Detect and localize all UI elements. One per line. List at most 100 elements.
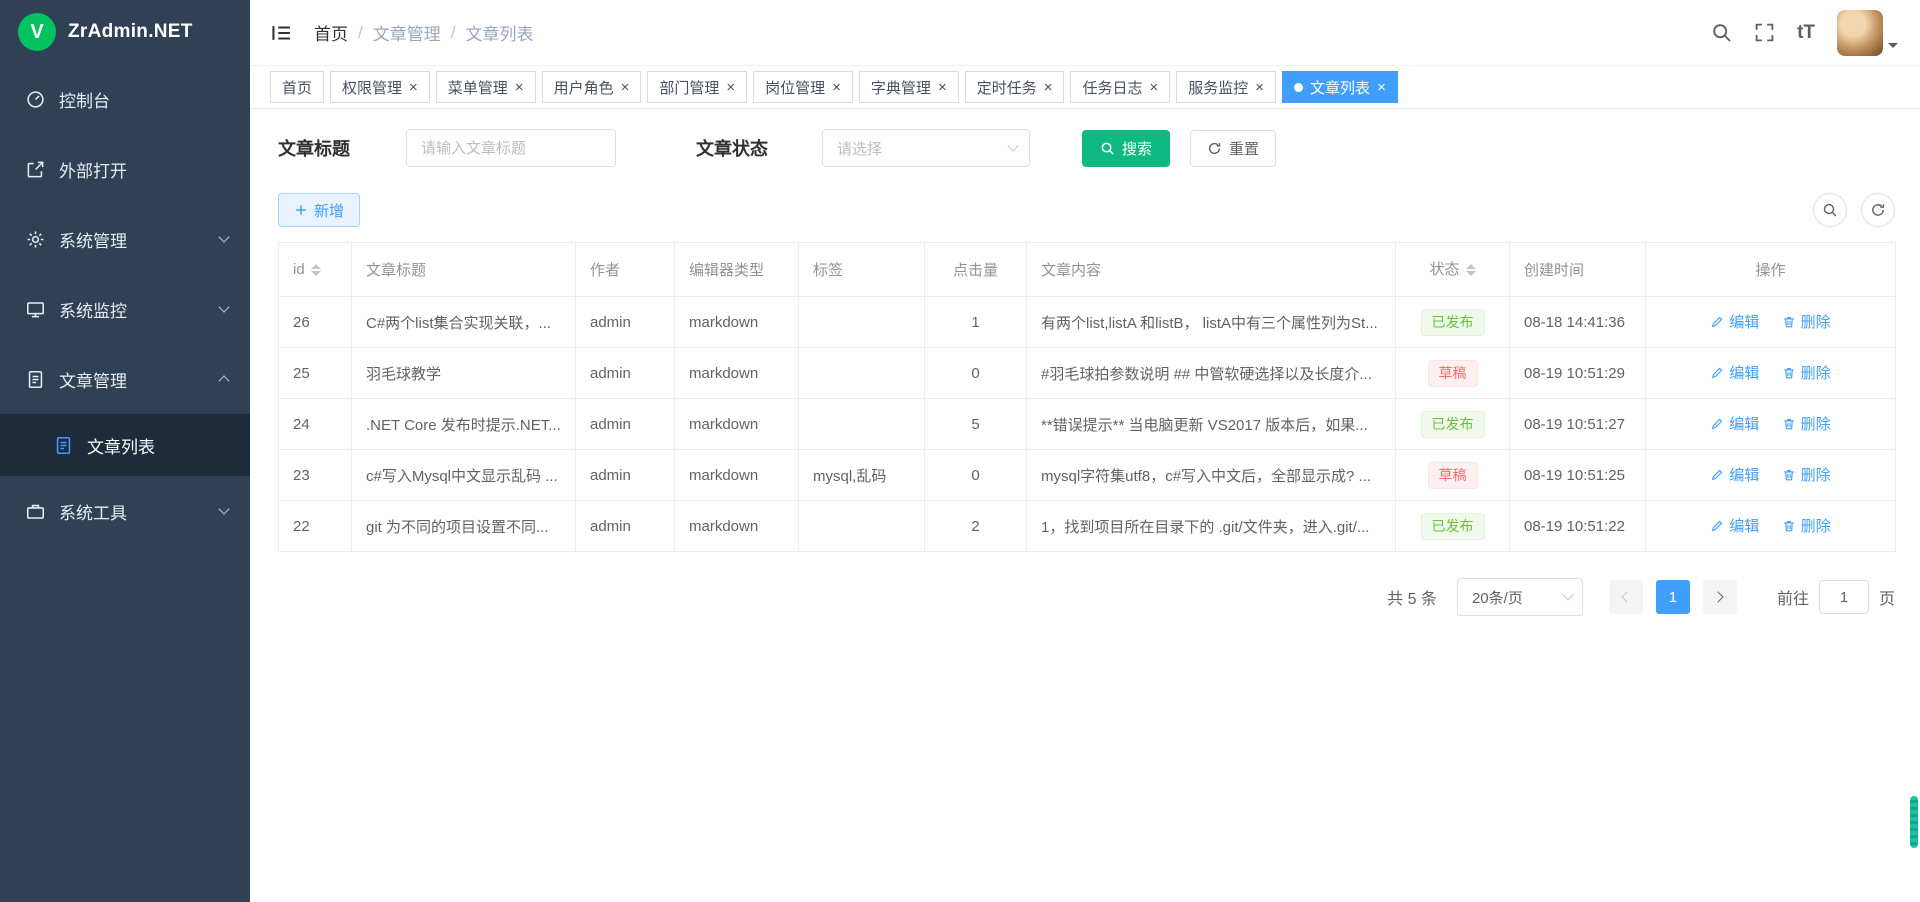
goto-suffix: 页 bbox=[1879, 585, 1895, 609]
sidebar-item-system-monitor[interactable]: 系统监控 bbox=[0, 274, 250, 344]
breadcrumb-separator: / bbox=[358, 23, 363, 43]
col-header-status[interactable]: 状态 bbox=[1396, 243, 1510, 297]
delete-button[interactable]: 删除 bbox=[1782, 413, 1831, 434]
refresh-button[interactable] bbox=[1861, 193, 1895, 227]
breadcrumb-item-article-mgmt[interactable]: 文章管理 bbox=[373, 20, 441, 45]
close-icon[interactable]: × bbox=[938, 80, 947, 95]
reset-button-label: 重置 bbox=[1229, 138, 1259, 159]
cell-created: 08-19 10:51:29 bbox=[1510, 348, 1646, 399]
search-button[interactable]: 搜索 bbox=[1082, 130, 1170, 167]
cell-clicks: 0 bbox=[925, 348, 1027, 399]
delete-button[interactable]: 删除 bbox=[1782, 464, 1831, 485]
collapse-menu-icon[interactable] bbox=[270, 22, 292, 44]
delete-button[interactable]: 删除 bbox=[1782, 362, 1831, 383]
delete-label: 删除 bbox=[1801, 464, 1831, 485]
font-size-icon[interactable]: tT bbox=[1797, 22, 1815, 44]
tab-permission-mgmt[interactable]: 权限管理× bbox=[330, 71, 430, 103]
tab-dict-mgmt[interactable]: 字典管理× bbox=[859, 71, 959, 103]
avatar[interactable] bbox=[1837, 10, 1883, 56]
scrollbar-thumb[interactable] bbox=[1910, 796, 1918, 848]
status-badge: 已发布 bbox=[1421, 309, 1485, 336]
sidebar-item-external-open[interactable]: 外部打开 bbox=[0, 134, 250, 204]
tab-home[interactable]: 首页 bbox=[270, 71, 324, 103]
filter-form: 文章标题 文章状态 请选择 搜索 重置 bbox=[278, 129, 1895, 167]
close-icon[interactable]: × bbox=[1255, 80, 1264, 95]
edit-icon bbox=[1710, 417, 1724, 431]
article-title-input[interactable] bbox=[406, 129, 616, 167]
logo-icon: V bbox=[18, 13, 56, 51]
status-badge: 已发布 bbox=[1421, 411, 1485, 438]
user-menu[interactable] bbox=[1837, 10, 1898, 56]
chevron-left-icon bbox=[1622, 591, 1633, 602]
article-status-select[interactable]: 请选择 bbox=[822, 129, 1030, 167]
delete-button[interactable]: 删除 bbox=[1782, 311, 1831, 332]
close-icon[interactable]: × bbox=[726, 80, 735, 95]
cell-tags: mysql,乱码 bbox=[799, 450, 925, 501]
trash-icon bbox=[1782, 366, 1796, 380]
close-icon[interactable]: × bbox=[1377, 80, 1386, 95]
tab-article-list[interactable]: 文章列表× bbox=[1282, 71, 1398, 103]
chevron-down-icon bbox=[218, 301, 229, 312]
edit-button[interactable]: 编辑 bbox=[1710, 464, 1759, 485]
cell-author: admin bbox=[576, 348, 675, 399]
sort-caret-icon[interactable] bbox=[1466, 259, 1476, 281]
sidebar-item-system-tools[interactable]: 系统工具 bbox=[0, 476, 250, 546]
chevron-up-icon bbox=[218, 375, 229, 386]
next-page-button[interactable] bbox=[1703, 580, 1737, 614]
cell-id: 25 bbox=[279, 348, 352, 399]
sidebar-item-article-list[interactable]: 文章列表 bbox=[0, 414, 250, 476]
close-icon[interactable]: × bbox=[832, 80, 841, 95]
delete-button[interactable]: 删除 bbox=[1782, 515, 1831, 536]
col-header-actions: 操作 bbox=[1646, 243, 1896, 297]
toggle-search-button[interactable] bbox=[1813, 193, 1847, 227]
goto-page-input[interactable] bbox=[1819, 580, 1869, 614]
cell-author: admin bbox=[576, 399, 675, 450]
edit-label: 编辑 bbox=[1729, 515, 1759, 536]
reset-button[interactable]: 重置 bbox=[1190, 130, 1276, 167]
col-header-id[interactable]: id bbox=[279, 243, 352, 297]
close-icon[interactable]: × bbox=[409, 80, 418, 95]
cell-clicks: 0 bbox=[925, 450, 1027, 501]
page-number-button[interactable]: 1 bbox=[1656, 580, 1690, 614]
sort-caret-icon[interactable] bbox=[311, 259, 321, 281]
sidebar-item-label: 系统管理 bbox=[59, 227, 220, 252]
search-icon[interactable] bbox=[1711, 22, 1732, 43]
edit-button[interactable]: 编辑 bbox=[1710, 515, 1759, 536]
add-button[interactable]: 新增 bbox=[278, 193, 360, 227]
col-header-created: 创建时间 bbox=[1510, 243, 1646, 297]
table-row: 26 C#两个list集合实现关联，... admin markdown 1 有… bbox=[279, 297, 1896, 348]
sidebar-item-console[interactable]: 控制台 bbox=[0, 64, 250, 134]
pagination-goto: 前往 页 bbox=[1777, 580, 1895, 614]
breadcrumb-item-home[interactable]: 首页 bbox=[314, 20, 348, 45]
fullscreen-icon[interactable] bbox=[1754, 22, 1775, 43]
tab-user-role[interactable]: 用户角色× bbox=[542, 71, 642, 103]
tab-service-monitor[interactable]: 服务监控× bbox=[1176, 71, 1276, 103]
sidebar-item-system-mgmt[interactable]: 系统管理 bbox=[0, 204, 250, 274]
sidebar-item-label: 外部打开 bbox=[59, 157, 228, 182]
edit-button[interactable]: 编辑 bbox=[1710, 311, 1759, 332]
close-icon[interactable]: × bbox=[1044, 80, 1053, 95]
close-icon[interactable]: × bbox=[621, 80, 630, 95]
tab-label: 首页 bbox=[282, 77, 312, 98]
edit-button[interactable]: 编辑 bbox=[1710, 362, 1759, 383]
cell-status: 已发布 bbox=[1396, 501, 1510, 552]
page-size-select[interactable]: 20条/页 bbox=[1457, 578, 1583, 616]
table-toolbar: 新增 bbox=[278, 193, 1895, 227]
close-icon[interactable]: × bbox=[515, 80, 524, 95]
delete-label: 删除 bbox=[1801, 311, 1831, 332]
cell-editor: markdown bbox=[675, 450, 799, 501]
tab-dept-mgmt[interactable]: 部门管理× bbox=[647, 71, 747, 103]
goto-label: 前往 bbox=[1777, 585, 1809, 609]
refresh-icon bbox=[1870, 202, 1886, 218]
tab-post-mgmt[interactable]: 岗位管理× bbox=[753, 71, 853, 103]
document-icon bbox=[26, 370, 45, 389]
tab-scheduled-task[interactable]: 定时任务× bbox=[965, 71, 1065, 103]
delete-label: 删除 bbox=[1801, 413, 1831, 434]
close-icon[interactable]: × bbox=[1150, 80, 1159, 95]
tab-menu-mgmt[interactable]: 菜单管理× bbox=[436, 71, 536, 103]
edit-button[interactable]: 编辑 bbox=[1710, 413, 1759, 434]
prev-page-button[interactable] bbox=[1609, 580, 1643, 614]
col-header-title: 文章标题 bbox=[352, 243, 576, 297]
sidebar-item-article-mgmt[interactable]: 文章管理 bbox=[0, 344, 250, 414]
tab-task-log[interactable]: 任务日志× bbox=[1070, 71, 1170, 103]
